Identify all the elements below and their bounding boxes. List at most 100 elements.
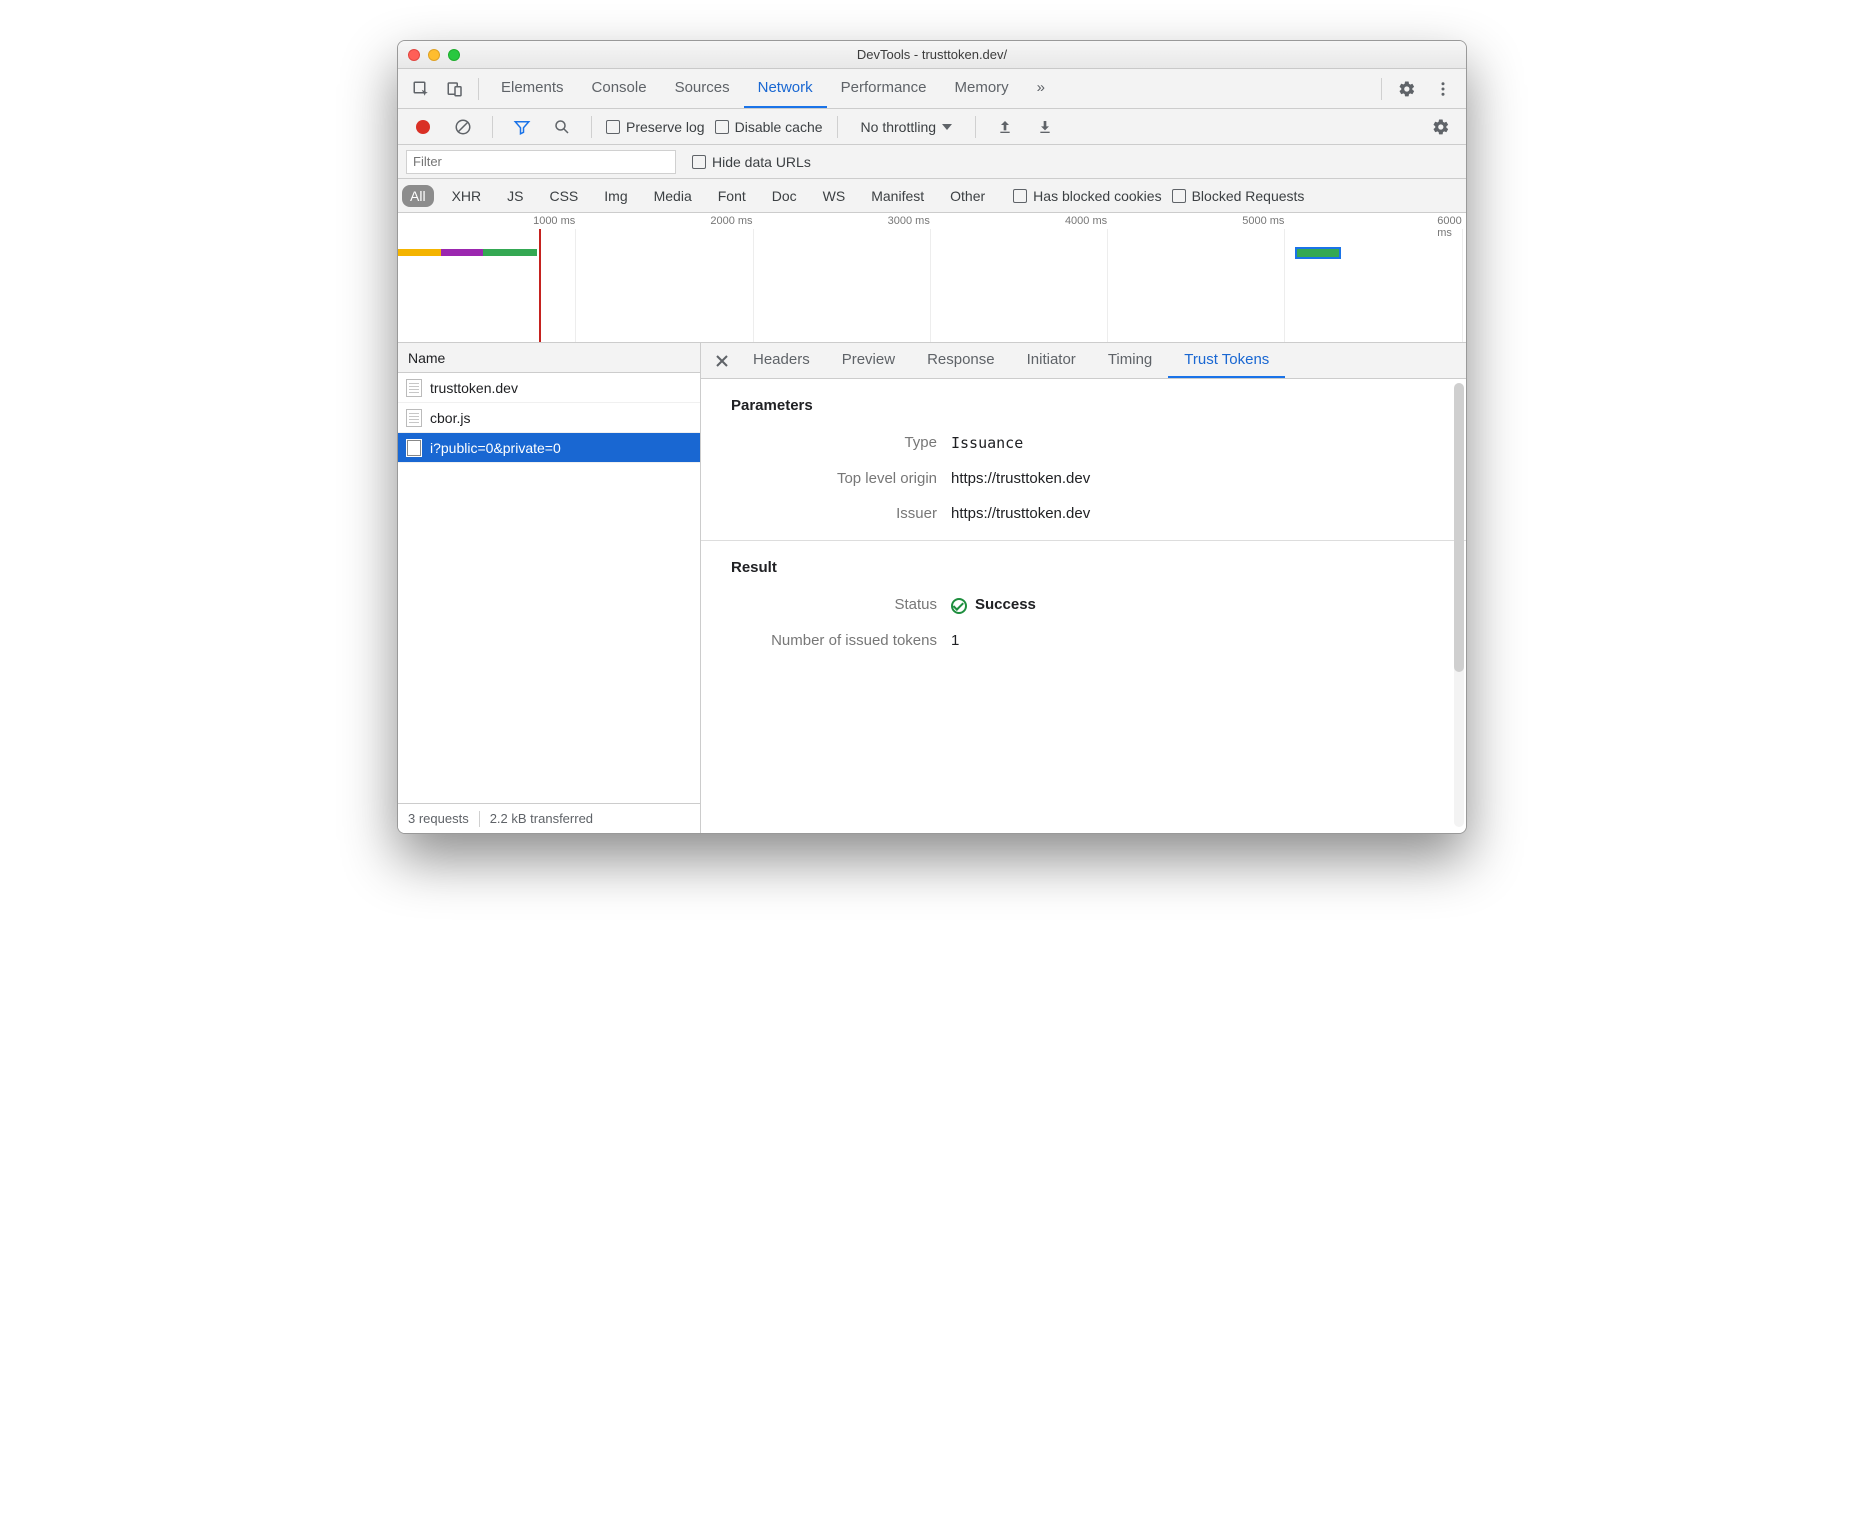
filter-row: Hide data URLs [398, 145, 1466, 179]
tab-console[interactable]: Console [578, 69, 661, 108]
window-title: DevTools - trusttoken.dev/ [398, 47, 1466, 62]
type-js[interactable]: JS [499, 185, 531, 207]
request-name: i?public=0&private=0 [430, 440, 561, 456]
divider [701, 540, 1466, 541]
preserve-log-checkbox[interactable]: Preserve log [606, 119, 705, 135]
has-blocked-cookies-label: Has blocked cookies [1033, 188, 1161, 204]
throttling-select[interactable]: No throttling [852, 116, 961, 138]
panel-tabs: Elements Console Sources Network Perform… [487, 69, 1373, 108]
tl-tick: 4000 ms [1065, 215, 1107, 227]
tab-performance[interactable]: Performance [827, 69, 941, 108]
divider [975, 116, 976, 138]
hide-data-urls-label: Hide data URLs [712, 154, 811, 170]
tab-elements[interactable]: Elements [487, 69, 578, 108]
download-har-icon[interactable] [1030, 112, 1060, 142]
settings-icon[interactable] [1392, 74, 1422, 104]
type-font[interactable]: Font [710, 185, 754, 207]
tab-network[interactable]: Network [744, 69, 827, 108]
disable-cache-label: Disable cache [735, 119, 823, 135]
document-icon [406, 409, 422, 427]
type-manifest[interactable]: Manifest [863, 185, 932, 207]
tl-bar [398, 249, 441, 256]
dtab-preview[interactable]: Preview [826, 343, 911, 378]
tl-load-line [539, 229, 541, 342]
request-row[interactable]: trusttoken.dev [398, 373, 700, 403]
frame-icon [406, 439, 422, 457]
dtab-response[interactable]: Response [911, 343, 1011, 378]
scrollbar-thumb[interactable] [1454, 383, 1464, 672]
close-details-button[interactable] [707, 343, 737, 378]
detail-tabs: Headers Preview Response Initiator Timin… [701, 343, 1466, 379]
disable-cache-checkbox[interactable]: Disable cache [715, 119, 823, 135]
tl-bar [1295, 247, 1341, 259]
status-bar: 3 requests 2.2 kB transferred [398, 803, 700, 833]
request-name: trusttoken.dev [430, 380, 518, 396]
inspect-icon[interactable] [406, 74, 436, 104]
tl-tick: 3000 ms [888, 215, 930, 227]
result-key: Number of issued tokens [731, 632, 951, 649]
throttling-label: No throttling [861, 119, 936, 135]
filter-icon[interactable] [507, 112, 537, 142]
device-toggle-icon[interactable] [440, 74, 470, 104]
transferred-size: 2.2 kB transferred [490, 811, 593, 826]
preserve-log-label: Preserve log [626, 119, 705, 135]
request-row[interactable]: cbor.js [398, 403, 700, 433]
dtab-headers[interactable]: Headers [737, 343, 826, 378]
parameters-title: Parameters [731, 397, 1436, 414]
document-icon [406, 379, 422, 397]
type-xhr[interactable]: XHR [444, 185, 490, 207]
param-value: https://trusttoken.dev [951, 505, 1436, 522]
network-toolbar: Preserve log Disable cache No throttling [398, 109, 1466, 145]
filter-input[interactable] [406, 150, 676, 174]
divider [478, 78, 479, 100]
tab-memory[interactable]: Memory [941, 69, 1023, 108]
divider [837, 116, 838, 138]
divider [492, 116, 493, 138]
timeline-overview[interactable]: 1000 ms 2000 ms 3000 ms 4000 ms 5000 ms … [398, 213, 1466, 343]
dtab-initiator[interactable]: Initiator [1011, 343, 1092, 378]
tl-bar [483, 249, 536, 256]
titlebar: DevTools - trusttoken.dev/ [398, 41, 1466, 69]
network-settings-icon[interactable] [1426, 112, 1456, 142]
clear-icon[interactable] [448, 112, 478, 142]
type-img[interactable]: Img [596, 185, 635, 207]
panel-tab-row: Elements Console Sources Network Perform… [398, 69, 1466, 109]
tab-more[interactable]: » [1023, 69, 1059, 108]
upload-har-icon[interactable] [990, 112, 1020, 142]
param-value: Issuance [951, 434, 1436, 452]
scrollbar[interactable] [1454, 383, 1464, 827]
type-filter-row: All XHR JS CSS Img Media Font Doc WS Man… [398, 179, 1466, 213]
request-count: 3 requests [408, 811, 469, 826]
param-value: https://trusttoken.dev [951, 470, 1436, 487]
divider [591, 116, 592, 138]
tl-bar [441, 249, 484, 256]
has-blocked-cookies-checkbox[interactable]: Has blocked cookies [1013, 188, 1161, 204]
hide-data-urls-checkbox[interactable]: Hide data URLs [692, 154, 811, 170]
tab-sources[interactable]: Sources [661, 69, 744, 108]
blocked-requests-label: Blocked Requests [1192, 188, 1305, 204]
success-icon [951, 598, 967, 614]
request-list-panel: Name trusttoken.dev cbor.js i?public=0&p… [398, 343, 701, 833]
request-list[interactable]: trusttoken.dev cbor.js i?public=0&privat… [398, 373, 700, 803]
request-details-panel: Headers Preview Response Initiator Timin… [701, 343, 1466, 833]
request-list-header: Name [398, 343, 700, 373]
dtab-trust-tokens[interactable]: Trust Tokens [1168, 343, 1285, 378]
kebab-icon[interactable] [1428, 74, 1458, 104]
divider [1381, 78, 1382, 100]
type-ws[interactable]: WS [815, 185, 854, 207]
type-doc[interactable]: Doc [764, 185, 805, 207]
record-button[interactable] [408, 112, 438, 142]
type-other[interactable]: Other [942, 185, 993, 207]
main-split: Name trusttoken.dev cbor.js i?public=0&p… [398, 343, 1466, 833]
param-key: Top level origin [731, 470, 951, 487]
devtools-window: DevTools - trusttoken.dev/ Elements Cons… [397, 40, 1467, 834]
request-row[interactable]: i?public=0&private=0 [398, 433, 700, 463]
dtab-timing[interactable]: Timing [1092, 343, 1168, 378]
type-media[interactable]: Media [646, 185, 700, 207]
result-key: Status [731, 596, 951, 614]
param-key: Type [731, 434, 951, 452]
search-icon[interactable] [547, 112, 577, 142]
blocked-requests-checkbox[interactable]: Blocked Requests [1172, 188, 1305, 204]
type-css[interactable]: CSS [541, 185, 586, 207]
type-all[interactable]: All [402, 185, 434, 207]
